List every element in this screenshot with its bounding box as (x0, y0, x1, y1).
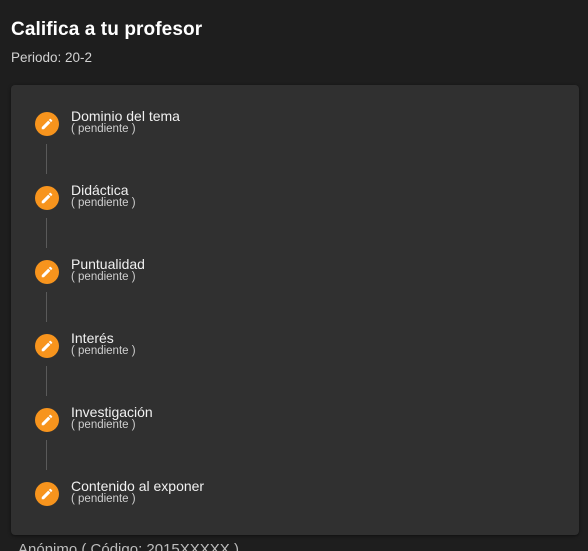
step-didactica[interactable]: Didáctica ( pendiente ) (11, 182, 579, 222)
step-status: ( pendiente ) (71, 419, 136, 431)
step-label: Dominio del tema (71, 108, 180, 124)
step-dominio-del-tema[interactable]: Dominio del tema ( pendiente ) (11, 108, 579, 148)
step-label: Investigación (71, 404, 153, 420)
step-status: ( pendiente ) (71, 123, 136, 135)
step-connector (46, 144, 47, 174)
step-label: Didáctica (71, 182, 129, 198)
step-status: ( pendiente ) (71, 197, 136, 209)
period-label: Periodo: 20-2 (11, 50, 93, 65)
step-status: ( pendiente ) (71, 493, 136, 505)
step-connector (46, 440, 47, 470)
step-label: Interés (71, 330, 114, 346)
anonymous-code-label: Anónimo ( Código: 2015XXXXX ) (18, 541, 239, 551)
pencil-icon[interactable] (35, 334, 59, 358)
step-label: Contenido al exponer (71, 478, 205, 494)
pencil-icon[interactable] (35, 186, 59, 210)
step-contenido-al-exponer[interactable]: Contenido al exponer ( pendiente ) (11, 478, 579, 518)
step-status: ( pendiente ) (71, 271, 136, 283)
pencil-icon[interactable] (35, 260, 59, 284)
step-interes[interactable]: Interés ( pendiente ) (11, 330, 579, 370)
steps-card: Dominio del tema ( pendiente ) Didáctica… (11, 85, 579, 535)
pencil-icon[interactable] (35, 112, 59, 136)
step-investigacion[interactable]: Investigación ( pendiente ) (11, 404, 579, 444)
pencil-icon[interactable] (35, 482, 59, 506)
pencil-icon[interactable] (35, 408, 59, 432)
step-status: ( pendiente ) (71, 345, 136, 357)
step-label: Puntualidad (71, 256, 145, 272)
step-connector (46, 366, 47, 396)
step-connector (46, 292, 47, 322)
rating-page: Califica a tu profesor Periodo: 20-2 Dom… (0, 0, 588, 551)
step-connector (46, 218, 47, 248)
step-puntualidad[interactable]: Puntualidad ( pendiente ) (11, 256, 579, 296)
page-title: Califica a tu profesor (11, 19, 203, 40)
